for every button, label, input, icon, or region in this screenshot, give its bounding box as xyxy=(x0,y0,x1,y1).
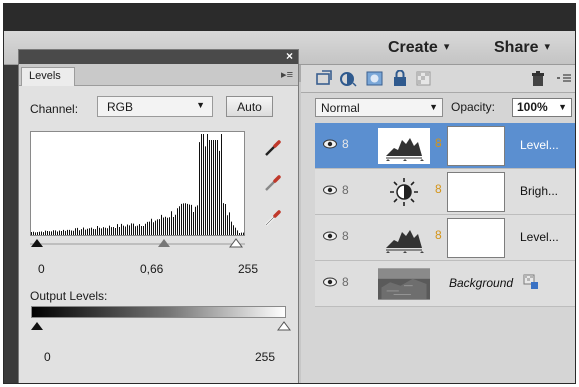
output-levels-slider[interactable] xyxy=(30,319,292,331)
eye-icon[interactable] xyxy=(323,185,337,195)
panel-tab-row: Levels ▸≡ xyxy=(19,64,298,86)
chain-icon: 8 xyxy=(435,182,442,196)
layer-row[interactable]: 8 8 Level... xyxy=(315,215,575,261)
chevron-down-icon: ▼ xyxy=(429,102,438,112)
panel-menu-icon[interactable]: ▸≡ xyxy=(281,68,293,81)
black-point-handle[interactable] xyxy=(31,239,43,247)
layer-mask-thumbnail[interactable] xyxy=(447,126,505,166)
new-layer-icon[interactable] xyxy=(315,70,333,87)
black-point-eyedropper-icon[interactable] xyxy=(263,138,283,158)
background-thumbnail xyxy=(378,268,430,300)
channel-label: Channel: xyxy=(30,102,79,116)
chevron-down-icon: ▼ xyxy=(558,102,567,112)
tab-levels[interactable]: Levels xyxy=(21,67,75,86)
share-label: Share xyxy=(494,39,539,56)
create-label: Create xyxy=(388,39,438,56)
output-white-handle[interactable] xyxy=(277,321,291,331)
layer-name: Brigh... xyxy=(520,184,559,198)
input-gamma-value[interactable]: 0,66 xyxy=(140,262,163,276)
fill-adjustment-icon[interactable] xyxy=(339,70,357,87)
input-black-value[interactable]: 0 xyxy=(38,262,45,276)
chevron-down-icon: ▼ xyxy=(196,100,205,110)
white-point-eyedropper-icon[interactable] xyxy=(263,208,283,228)
panel-titlebar[interactable]: × xyxy=(19,49,298,64)
share-menu[interactable]: Share ▾ xyxy=(494,39,550,57)
eye-icon[interactable] xyxy=(323,277,337,287)
output-black-value[interactable]: 0 xyxy=(44,350,51,364)
link-icon[interactable]: 8 xyxy=(342,229,349,243)
layer-name: Background xyxy=(449,276,514,290)
opacity-label: Opacity: xyxy=(451,100,496,114)
output-levels-gradient xyxy=(31,306,286,318)
opacity-field[interactable]: 100% ▼ xyxy=(512,98,572,117)
layers-list: 8 8 Level... 8 8 Brigh... 8 8 Level... 8… xyxy=(315,123,575,307)
app-window: Create ▾ Share ▾ Normal ▼ Opacity: 100% … xyxy=(3,3,576,384)
auto-button[interactable]: Auto xyxy=(226,96,273,117)
blend-mode-value: Normal xyxy=(321,101,360,115)
trash-icon[interactable] xyxy=(529,70,547,87)
workspace-strip xyxy=(4,65,18,383)
levels-adjustment-icon xyxy=(378,128,430,164)
output-black-handle[interactable] xyxy=(31,322,43,330)
link-icon[interactable]: 8 xyxy=(342,275,349,289)
layer-name: Level... xyxy=(520,230,559,244)
lock-icon[interactable] xyxy=(391,70,409,87)
layer-mask-thumbnail[interactable] xyxy=(447,218,505,258)
input-levels-slider[interactable] xyxy=(30,236,245,248)
histogram-graph xyxy=(31,134,244,235)
layer-row[interactable]: 8 Background xyxy=(315,261,575,307)
link-icon[interactable]: 8 xyxy=(342,183,349,197)
layers-toolbar xyxy=(301,65,575,93)
layer-row[interactable]: 8 8 Brigh... xyxy=(315,169,575,215)
link-icon[interactable]: 8 xyxy=(342,137,349,151)
create-menu[interactable]: Create ▾ xyxy=(388,39,449,57)
chain-icon: 8 xyxy=(435,136,442,150)
chain-icon: 8 xyxy=(435,228,442,242)
blend-mode-select[interactable]: Normal ▼ xyxy=(315,98,443,117)
eye-icon[interactable] xyxy=(323,139,337,149)
panel-menu-icon[interactable] xyxy=(555,70,573,87)
add-mask-icon[interactable] xyxy=(366,70,384,87)
share-dropdown-icon: ▾ xyxy=(544,41,550,53)
output-levels-label: Output Levels: xyxy=(30,289,108,303)
white-point-handle[interactable] xyxy=(229,238,243,248)
lock-transparency-icon[interactable] xyxy=(415,70,433,87)
layers-panel: Normal ▼ Opacity: 100% ▼ 8 8 Level... 8 … xyxy=(301,65,575,383)
layer-mask-thumbnail[interactable] xyxy=(447,172,505,212)
opacity-value: 100% xyxy=(517,100,548,114)
eye-icon[interactable] xyxy=(323,231,337,241)
output-white-value[interactable]: 255 xyxy=(255,350,275,364)
levels-adjustment-icon xyxy=(378,220,430,256)
menu-bar xyxy=(4,4,575,31)
layer-name: Level... xyxy=(520,138,559,152)
layer-row[interactable]: 8 8 Level... xyxy=(315,123,575,169)
close-icon[interactable]: × xyxy=(286,49,293,63)
brightness-adjustment-icon xyxy=(390,178,418,206)
histogram xyxy=(30,131,245,236)
channel-value: RGB xyxy=(107,100,134,114)
gray-point-eyedropper-icon[interactable] xyxy=(263,173,283,193)
create-dropdown-icon: ▾ xyxy=(443,41,450,53)
background-lock-icon xyxy=(523,274,538,289)
channel-select[interactable]: RGB ▼ xyxy=(97,96,213,117)
midtone-handle[interactable] xyxy=(158,239,170,247)
input-white-value[interactable]: 255 xyxy=(238,262,258,276)
levels-panel: × Levels ▸≡ Channel: RGB ▼ Auto 0 0,66 2… xyxy=(18,49,299,383)
